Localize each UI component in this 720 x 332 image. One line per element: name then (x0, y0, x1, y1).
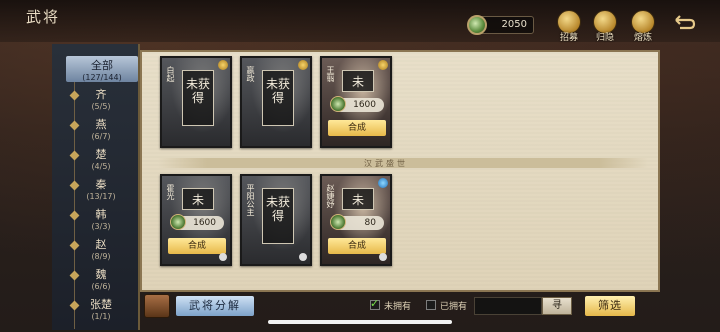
nav-item-label: 秦 (95, 178, 107, 191)
card-corner-icon (299, 253, 307, 261)
search-input[interactable] (474, 297, 542, 315)
general-card-huoguang[interactable]: 霍光 未 1600 合成 (160, 174, 232, 266)
synthesize-button[interactable]: 合成 (328, 120, 386, 136)
general-name: 赵婕妤 (326, 184, 335, 208)
smelt-label: 熔炼 (633, 33, 652, 43)
nav-item-chu[interactable]: 楚 (4/5) (66, 146, 136, 171)
synthesize-button[interactable]: 合成 (328, 238, 386, 254)
card-corner-icon (219, 253, 227, 261)
top-bar: 武将 2050 招募 归隐 熔炼 (0, 0, 720, 43)
general-card-wangjian[interactable]: 王翦 未 1600 合成 (320, 56, 392, 148)
jade-coin-icon (467, 15, 487, 35)
nav-item-count: (127/144) (82, 73, 122, 82)
cost-value: 1600 (353, 100, 376, 110)
jade-coin-icon (330, 214, 346, 230)
page-title: 武将 (26, 8, 61, 26)
search-button[interactable]: 寻 (542, 297, 572, 315)
unowned-label: 未拥有 (384, 302, 412, 312)
nav-item-label: 魏 (95, 268, 107, 281)
general-collection-panel: 白起 未获得 嬴政 未获得 王翦 未 1600 合成 汉武盛世 霍光 未 160… (140, 50, 660, 292)
nav-item-count: (4/5) (91, 162, 111, 171)
nav-item-count: (6/7) (91, 132, 111, 141)
recruit-button[interactable]: 招募 (552, 10, 586, 43)
not-obtained-stamp: 未获得 (182, 70, 214, 126)
home-indicator[interactable] (268, 320, 452, 324)
rarity-badge-icon (378, 60, 388, 70)
nav-item-label: 赵 (95, 238, 107, 251)
not-obtained-stamp: 未 (182, 188, 214, 210)
nav-item-count: (8/9) (91, 252, 111, 261)
shard-cost: 1600 (330, 96, 384, 112)
jade-coin-icon (330, 96, 346, 112)
general-name: 嬴政 (246, 66, 255, 82)
decompose-chest-icon[interactable] (144, 294, 170, 318)
nav-item-zhao[interactable]: 赵 (8/9) (66, 236, 136, 261)
nav-item-all[interactable]: 全部 (127/144) (66, 56, 138, 82)
general-name: 白起 (166, 66, 175, 82)
nav-item-label: 齐 (95, 88, 107, 101)
nav-item-label: 韩 (95, 208, 107, 221)
general-name: 霍光 (166, 184, 175, 200)
retire-label: 归隐 (595, 33, 614, 43)
currency-value: 2050 (501, 19, 527, 30)
faction-nav: 全部 (127/144) 齐 (5/5) 燕 (6/7) 楚 (4/5) 秦 (… (52, 44, 140, 330)
not-obtained-stamp: 未 (342, 70, 374, 92)
cost-value: 80 (364, 218, 376, 228)
rarity-badge-icon (378, 178, 388, 188)
bottom-toolbar: 武将分解 未拥有 已拥有 寻 筛选 (140, 294, 660, 318)
recruit-label: 招募 (559, 33, 578, 43)
section-title: 汉武盛世 (364, 159, 408, 168)
general-card-yingzheng[interactable]: 嬴政 未获得 (240, 56, 312, 148)
nav-item-qi[interactable]: 齐 (5/5) (66, 86, 136, 111)
rarity-badge-icon (218, 60, 228, 70)
shard-cost: 80 (330, 214, 384, 230)
nav-item-count: (1/1) (91, 312, 111, 321)
rarity-badge-icon (298, 60, 308, 70)
nav-item-count: (6/6) (91, 282, 111, 291)
general-card-zhaojieyu[interactable]: 赵婕妤 未 80 合成 (320, 174, 392, 266)
nav-item-label: 楚 (95, 148, 107, 161)
jade-coin-icon (170, 214, 186, 230)
cost-value: 1600 (193, 218, 216, 228)
shard-cost: 1600 (170, 214, 224, 230)
smelt-button[interactable]: 熔炼 (626, 10, 660, 43)
nav-item-yan[interactable]: 燕 (6/7) (66, 116, 136, 141)
filter-button[interactable]: 筛选 (585, 296, 635, 316)
owned-label: 已拥有 (440, 302, 468, 312)
not-obtained-stamp: 未获得 (262, 70, 294, 126)
nav-item-label: 全部 (91, 59, 113, 72)
synthesize-button[interactable]: 合成 (168, 238, 226, 254)
nav-item-label: 张楚 (90, 298, 112, 311)
general-card-pingyang[interactable]: 平阳公主 未获得 (240, 174, 312, 266)
currency-display: 2050 (467, 15, 534, 35)
nav-item-zhangchu[interactable]: 张楚 (1/1) (66, 296, 136, 321)
nav-item-label: 燕 (95, 118, 107, 131)
general-name: 平阳公主 (246, 184, 255, 216)
nav-item-count: (13/17) (86, 192, 116, 201)
nav-item-count: (3/3) (91, 222, 111, 231)
not-obtained-stamp: 未 (342, 188, 374, 210)
card-corner-icon (379, 253, 387, 261)
nav-item-count: (5/5) (91, 102, 111, 111)
general-name: 王翦 (326, 66, 335, 82)
nav-item-qin[interactable]: 秦 (13/17) (66, 176, 136, 201)
return-arrow-icon[interactable] (672, 14, 696, 34)
retire-button[interactable]: 归隐 (588, 10, 622, 43)
nav-item-han[interactable]: 韩 (3/3) (66, 206, 136, 231)
unowned-checkbox[interactable] (370, 297, 380, 310)
owned-checkbox[interactable] (426, 300, 436, 310)
not-obtained-stamp: 未获得 (262, 188, 294, 244)
nav-item-wei[interactable]: 魏 (6/6) (66, 266, 136, 291)
general-card-baiqi[interactable]: 白起 未获得 (160, 56, 232, 148)
decompose-button[interactable]: 武将分解 (176, 296, 254, 316)
